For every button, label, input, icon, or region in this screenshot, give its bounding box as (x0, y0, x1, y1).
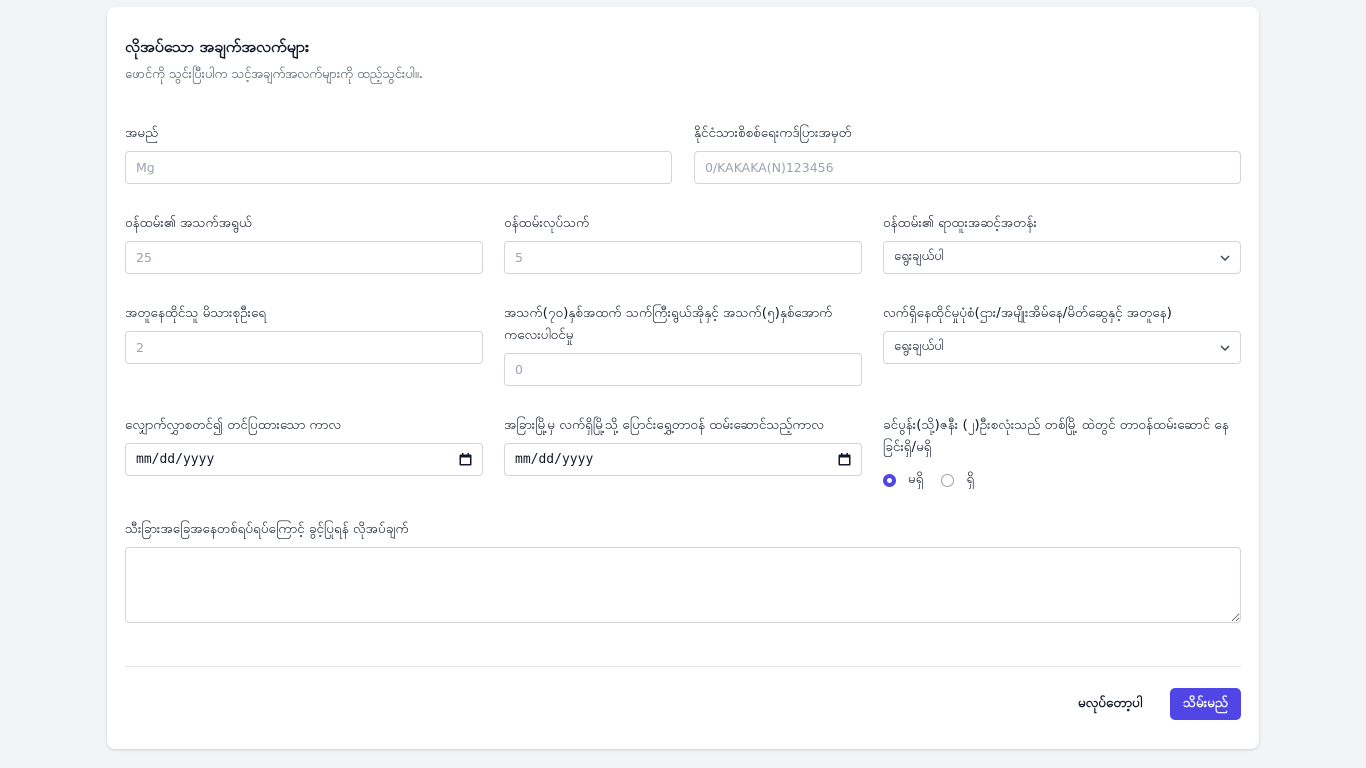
rank-label: ဝန်ထမ်း၏ ရာထူးအဆင့်အတန်း (883, 215, 1037, 231)
transfer-date-input[interactable]: mm/dd/yyyy (504, 443, 862, 476)
service-years-label: ဝန်ထမ်းလုပ်သက် (504, 215, 590, 231)
family-count-input[interactable] (125, 331, 483, 364)
dependents-label: အသက်(၇၀)နှစ်အထက် သက်ကြီးရွယ်အိုနှင့် အသက… (504, 305, 833, 343)
dependents-input[interactable] (504, 353, 862, 386)
service-years-input[interactable] (504, 241, 862, 274)
living-status-select[interactable]: ရွေးချယ်ပါ (883, 331, 1241, 364)
rank-select-value: ရွေးချယ်ပါ (894, 249, 944, 264)
family-count-label: အတူနေထိုင်သူ မိသားစုဦးရေ (125, 305, 267, 321)
age-input[interactable] (125, 241, 483, 274)
footer-divider (125, 666, 1241, 667)
apply-date-label: လျှောက်လွှာစတင်၍ တင်ပြထားသော ကာလ (125, 417, 341, 433)
rank-select[interactable]: ရွေးချယ်ပါ (883, 241, 1241, 274)
radio-no-label[interactable]: မရှိ (908, 470, 923, 490)
living-status-select-value: ရွေးချယ်ပါ (894, 339, 944, 354)
calendar-icon[interactable] (838, 453, 851, 466)
special-textarea[interactable] (125, 547, 1241, 623)
name-input[interactable] (125, 151, 672, 184)
chevron-down-icon (1220, 345, 1230, 351)
name-label: အမည် (125, 125, 159, 141)
radio-yes-label[interactable]: ရှိ (966, 470, 974, 490)
save-button[interactable]: သိမ်းမည် (1170, 688, 1241, 720)
nrc-input[interactable] (694, 151, 1241, 184)
form-card: လိုအပ်သော အချက်အလက်များ ဖောင်ကို သွင်းပြ… (107, 7, 1259, 749)
chevron-down-icon (1220, 255, 1230, 261)
form-title: လိုအပ်သော အချက်အလက်များ (125, 37, 310, 56)
cancel-button[interactable]: မလုပ်တော့ပါ (1067, 691, 1153, 717)
special-label: သီးခြားအခြေအနေတစ်ရပ်ရပ်ကြောင့် ခွင့်ပြုရ… (125, 521, 409, 537)
form-subtitle: ဖောင်ကို သွင်းပြီးပါက သင့်အချက်အလက်များက… (125, 67, 423, 82)
apply-date-input[interactable]: mm/dd/yyyy (125, 443, 483, 476)
transfer-date-label: အခြားမြို့မှ လက်ရှိမြို့သို့ ပြောင်းရွှေ… (504, 417, 824, 433)
spouse-label: ခင်ပွန်း(သို့)ဇနီး (၂)ဦးစလုံးသည် တစ်မြို… (883, 417, 1229, 455)
living-status-label: လက်ရှိနေထိုင်မှုပုံစံ(ဌား/အမျိုးအိမ်နေ/မ… (883, 305, 1172, 321)
radio-yes[interactable] (941, 473, 955, 487)
radio-no[interactable] (883, 473, 896, 487)
spouse-radio-group: မရှိ ရှိ (883, 470, 974, 490)
calendar-icon[interactable] (459, 453, 472, 466)
apply-date-value: mm/dd/yyyy (136, 452, 215, 467)
transfer-date-value: mm/dd/yyyy (515, 452, 594, 467)
age-label: ဝန်ထမ်း၏ အသက်အရွယ် (125, 215, 252, 231)
nrc-label: နိုင်ငံသားစိစစ်ရေးကဒ်ပြားအမှတ် (694, 125, 852, 141)
